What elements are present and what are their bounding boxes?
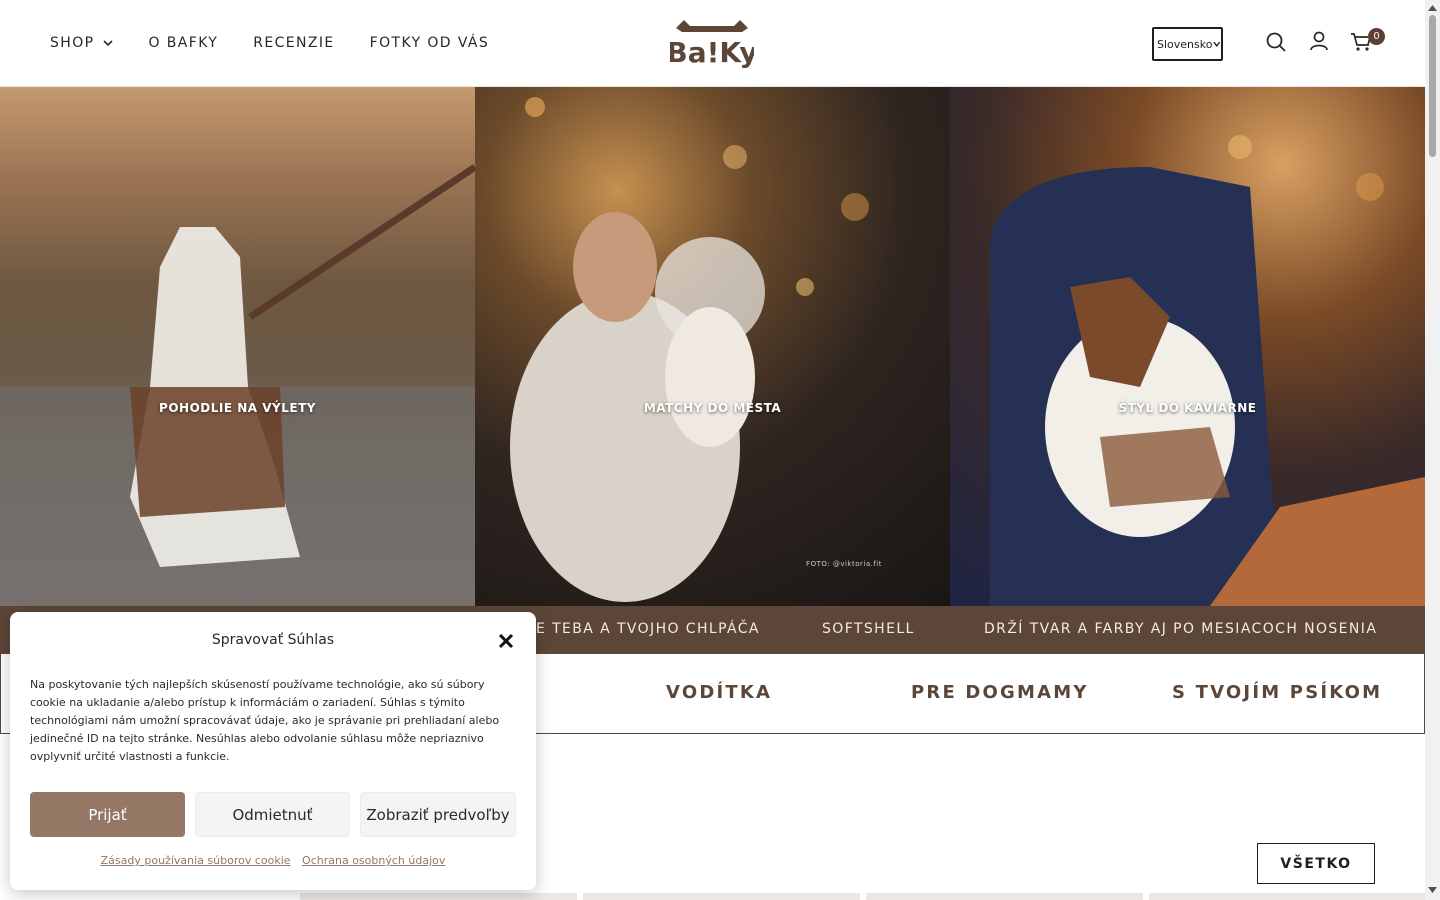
product-card[interactable]	[583, 893, 860, 900]
category-with-your-dog[interactable]: S TVOJÍM PSÍKOM	[1172, 682, 1382, 703]
cookie-consent-modal: Spravovať Súhlas Na poskytovanie tých na…	[10, 612, 536, 890]
hero-panel-label: ŠTÝL DO KAVIARNE	[1118, 401, 1257, 415]
photo-credit: FOTO: @viktoria.fit	[806, 560, 882, 568]
deny-button[interactable]: Odmietnuť	[195, 792, 350, 837]
nav-photos[interactable]: FOTKY OD VÁS	[370, 33, 490, 53]
modal-links: Zásady používania súborov cookie Ochrana…	[10, 854, 536, 867]
accept-button[interactable]: Prijať	[30, 792, 185, 837]
marquee-item: DRŽÍ TVAR A FARBY AJ PO MESIACOCH NOSENI…	[984, 621, 1378, 637]
dog-cafe-photo	[990, 135, 1425, 606]
nav-reviews[interactable]: RECENZIE	[253, 33, 334, 53]
nav-shop[interactable]: SHOP	[50, 33, 114, 53]
hero-panel-city[interactable]: MATCHY DO MESTA FOTO: @viktoria.fit	[475, 87, 950, 606]
product-card[interactable]	[300, 893, 577, 900]
main-nav: SHOP O BAFKY RECENZIE FOTKY OD VÁS	[50, 33, 524, 53]
woman-with-dog-photo	[510, 97, 869, 602]
logo-text: Ba!Ky	[670, 36, 754, 68]
page-scrollbar[interactable]	[1425, 0, 1440, 900]
consent-description: Na poskytovanie tých najlepších skúsenos…	[30, 678, 500, 763]
close-icon[interactable]	[497, 632, 515, 650]
chevron-down-icon	[103, 40, 114, 47]
category-dogmoms[interactable]: PRE DOGMAMY	[911, 682, 1089, 703]
category-leashes[interactable]: VODÍTKA	[666, 682, 772, 703]
language-value: Slovensko	[1157, 37, 1213, 51]
cookie-policy-link[interactable]: Zásady používania súborov cookie	[101, 854, 291, 867]
user-icon[interactable]	[1308, 30, 1330, 52]
hero-panel-label: POHODLIE NA VÝLETY	[159, 401, 316, 415]
scroll-down-icon[interactable]	[1428, 887, 1437, 894]
hero-panel-label: MATCHY DO MESTA	[643, 401, 782, 415]
modal-title: Spravovať Súhlas	[211, 632, 335, 648]
search-icon[interactable]	[1265, 31, 1287, 53]
product-card[interactable]	[1149, 893, 1425, 900]
preferences-button[interactable]: Zobraziť predvoľby	[360, 792, 516, 837]
cart-count-badge: 0	[1368, 28, 1385, 45]
nav-shop-label: SHOP	[50, 35, 95, 51]
hero-panel-cafe[interactable]: ŠTÝL DO KAVIARNE	[950, 87, 1425, 606]
view-all-button[interactable]: VŠETKO	[1257, 843, 1375, 884]
hero-panel-trips[interactable]: POHODLIE NA VÝLETY	[0, 87, 475, 606]
scroll-thumb[interactable]	[1429, 15, 1436, 157]
site-header: SHOP O BAFKY RECENZIE FOTKY OD VÁS Ba!Ky…	[0, 0, 1425, 87]
scroll-up-icon[interactable]	[1428, 4, 1437, 11]
marquee-item: SOFTSHELL	[822, 621, 915, 637]
dog-trip-photo	[0, 164, 475, 606]
hero-gallery: POHODLIE NA VÝLETY MATCHY DO MESTA FOTO:…	[0, 87, 1425, 606]
nav-about[interactable]: O BAFKY	[148, 33, 218, 53]
logo[interactable]: Ba!Ky	[670, 18, 754, 68]
privacy-policy-link[interactable]: Ochrana osobných údajov	[302, 854, 445, 867]
language-select[interactable]: Slovensko	[1152, 27, 1223, 61]
product-card[interactable]	[866, 893, 1143, 900]
marquee-item: E TEBA A TVOJHO CHLPÁČA	[536, 621, 760, 637]
chevron-down-icon	[1213, 41, 1221, 48]
